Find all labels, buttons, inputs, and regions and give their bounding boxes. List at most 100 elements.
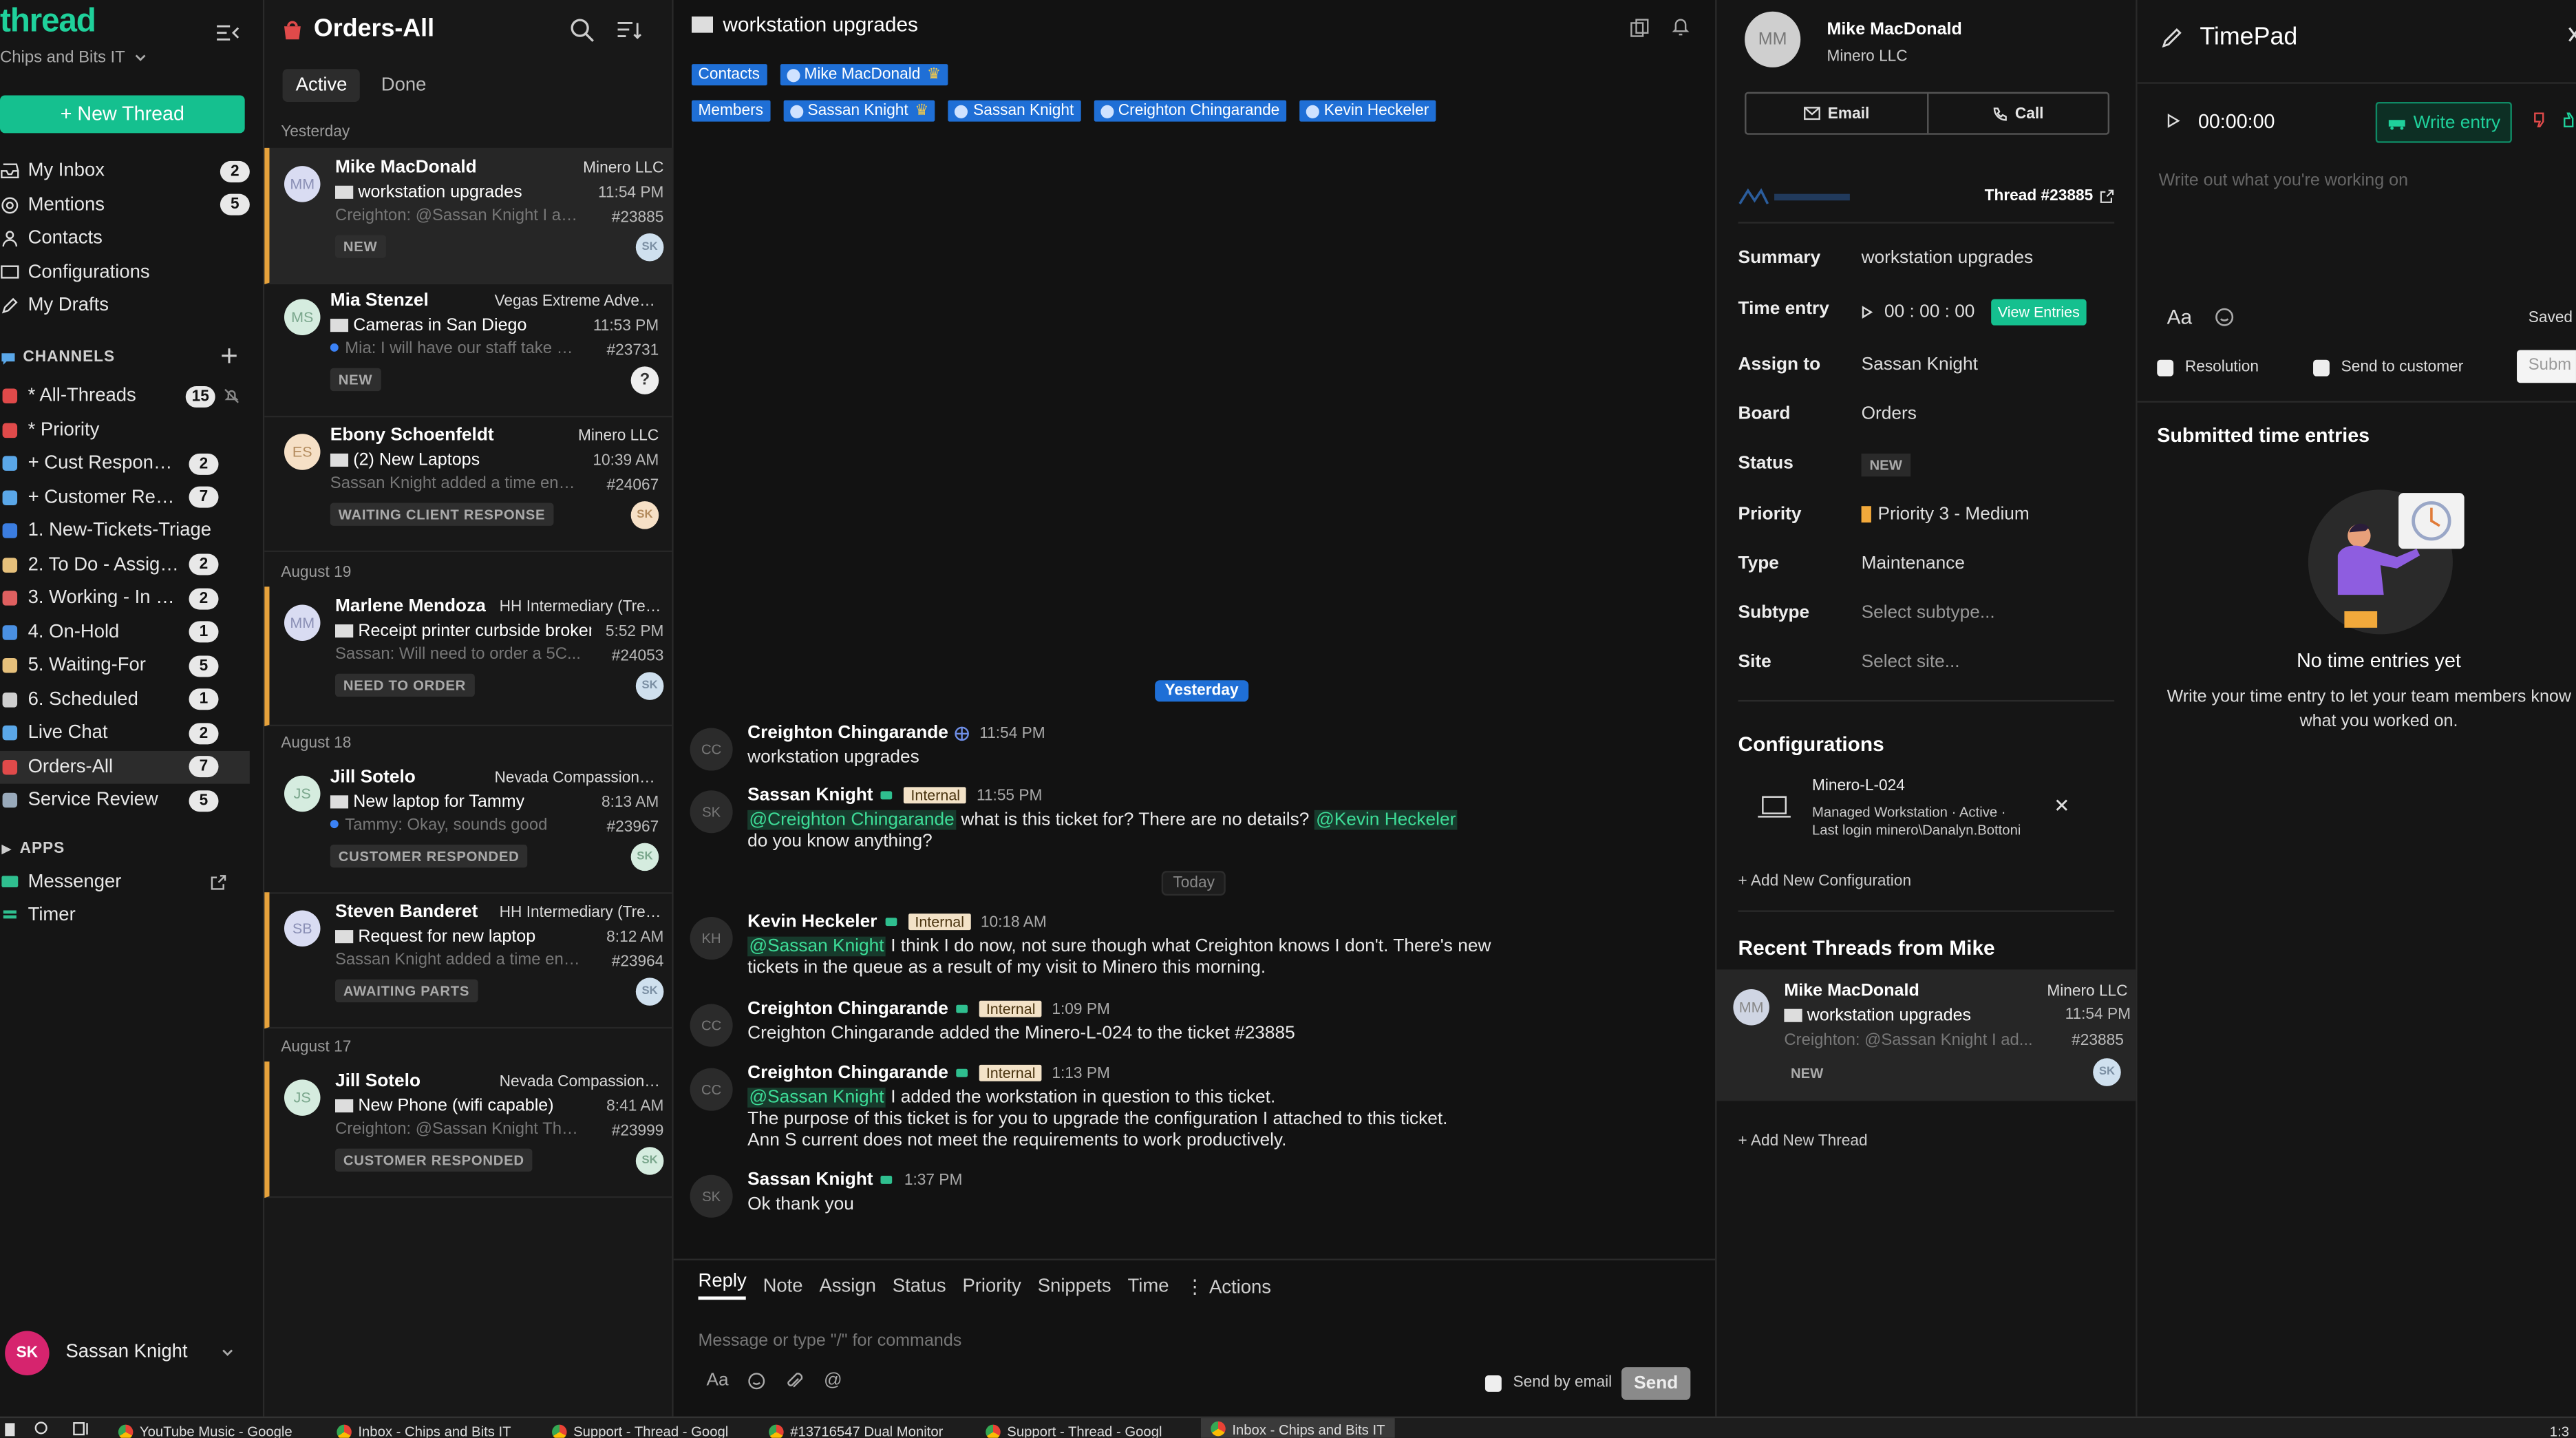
emoji-icon[interactable] (2215, 307, 2235, 327)
write-entry-button[interactable]: Write entry (2375, 102, 2512, 143)
member-chip[interactable]: Creighton Chingarande (1093, 100, 1286, 122)
time-entry-notes-input[interactable]: Write out what you're working on (2159, 171, 2408, 191)
sidebar-item-my-inbox[interactable]: My Inbox 2 (0, 154, 250, 187)
thread-card[interactable]: MS Mia Stenzel Vegas Extreme Adven... Camer… (264, 281, 672, 418)
thumbs-down-icon[interactable] (2532, 112, 2548, 128)
format-text-icon[interactable]: Aa (2167, 306, 2193, 328)
submit-button[interactable]: Subm (2517, 350, 2576, 383)
sort-icon[interactable] (616, 20, 642, 41)
thumbs-up-icon[interactable] (2561, 112, 2575, 128)
search-icon[interactable] (34, 1421, 49, 1436)
channel-item[interactable]: 3. Working - In Progr...2 (0, 582, 250, 615)
close-icon[interactable] (2568, 26, 2576, 43)
author-name[interactable]: Sassan Knight (747, 1170, 873, 1190)
task-view-icon[interactable] (72, 1421, 90, 1436)
call-button[interactable]: Call (1928, 94, 2107, 133)
field-board[interactable]: Board Orders (1738, 404, 2125, 424)
channel-item[interactable]: 4. On-Hold 1 (0, 615, 250, 648)
composer-tab-priority[interactable]: Priority (962, 1276, 1021, 1296)
member-chip[interactable]: Sassan Knight (948, 100, 1081, 122)
resolution-checkbox[interactable]: Resolution (2157, 358, 2259, 377)
author-name[interactable]: Creighton Chingarande (747, 999, 948, 1019)
channel-item[interactable]: 1. New-Tickets-Triage (0, 514, 250, 547)
taskbar-item[interactable]: Inbox - Chips and Bits IT (1200, 1418, 1395, 1438)
mention[interactable]: @Sassan Knight (747, 1088, 886, 1108)
composer-tab-snippets[interactable]: Snippets (1038, 1276, 1111, 1296)
composer-tab-time[interactable]: Time (1127, 1276, 1169, 1296)
field-type[interactable]: Type Maintenance (1738, 553, 2125, 573)
checkbox[interactable] (2313, 359, 2330, 376)
taskbar-item[interactable]: Support - Thread - Googl (986, 1423, 1162, 1438)
format-text-icon[interactable]: Aa (706, 1371, 728, 1391)
mention[interactable]: @Sassan Knight (747, 936, 886, 956)
composer-tab-assign[interactable]: Assign (819, 1276, 875, 1296)
sidebar-item-contacts[interactable]: Contacts (0, 222, 250, 255)
copy-icon[interactable] (1630, 18, 1650, 38)
app-timer[interactable]: Timer (0, 899, 250, 932)
channel-item[interactable]: Orders-All 7 (0, 750, 250, 783)
author-name[interactable]: Creighton Chingarande (747, 723, 948, 743)
add-channel-icon[interactable] (220, 347, 238, 365)
app-logo[interactable]: thread (0, 3, 96, 41)
channel-item[interactable]: + Customer Respon...7 (0, 480, 250, 514)
channel-item[interactable]: Service Review 5 (0, 784, 250, 817)
composer-tab-actions[interactable]: ⋮ Actions (1185, 1274, 1271, 1298)
composer-tab-status[interactable]: Status (893, 1276, 946, 1296)
send-button[interactable]: Send (1621, 1367, 1691, 1400)
taskbar-item[interactable]: Support - Thread - Googl (552, 1423, 728, 1438)
collapse-sidebar-icon[interactable] (215, 23, 240, 43)
thread-card[interactable]: MM Marlene Mendoza HH Intermediary (Tree..… (264, 586, 677, 727)
field-status[interactable]: Status NEW (1738, 453, 2125, 477)
configuration-card[interactable]: Minero-L-024 Managed Workstation · Activ… (1738, 765, 2116, 847)
author-name[interactable]: Sassan Knight (747, 785, 873, 805)
field-priority[interactable]: Priority Priority 3 - Medium (1738, 505, 2125, 525)
tab-done[interactable]: Done (368, 69, 440, 102)
message-input[interactable]: Message or type "/" for commands (699, 1331, 962, 1351)
channel-item[interactable]: 5. Waiting-For 5 (0, 649, 250, 682)
composer-tab-note[interactable]: Note (763, 1276, 803, 1296)
new-thread-button[interactable]: + New Thread (0, 95, 245, 134)
thread-card[interactable]: ES Ebony Schoenfeldt Minero LLC (2) New Lap… (264, 416, 672, 553)
play-icon[interactable] (1862, 306, 1873, 319)
add-configuration-button[interactable]: + Add New Configuration (1738, 873, 1912, 891)
attachment-icon[interactable] (786, 1371, 804, 1389)
sidebar-item-mentions[interactable]: Mentions 5 (0, 188, 250, 221)
member-chip[interactable]: Kevin Heckeler (1299, 100, 1436, 122)
channel-item[interactable]: + Cust Respond (Ke...2 (0, 447, 250, 480)
field-assign-to[interactable]: Assign to Sassan Knight (1738, 355, 2125, 375)
bell-icon[interactable] (1671, 17, 1691, 38)
play-icon[interactable] (2167, 114, 2180, 128)
thread-card[interactable]: SB Steven Banderet HH Intermediary (Tree..… (264, 892, 677, 1029)
taskbar-item[interactable]: YouTube Music - Google (118, 1423, 292, 1438)
member-chip[interactable]: Sassan Knight ♛ (783, 100, 936, 122)
channel-item[interactable]: * All-Threads 15 (0, 379, 250, 412)
user-menu[interactable]: SK Sassan Knight (5, 1331, 251, 1376)
add-thread-button[interactable]: + Add New Thread (1738, 1132, 1868, 1150)
field-subtype[interactable]: Subtype Select subtype... (1738, 603, 2125, 623)
thread-card[interactable]: MM Mike MacDonald Minero LLC workstation up… (264, 147, 677, 284)
channel-item[interactable]: 6. Scheduled 1 (0, 683, 250, 716)
tab-active[interactable]: Active (282, 69, 361, 103)
emoji-icon[interactable] (748, 1371, 766, 1389)
contact-name[interactable]: Mike MacDonald (1827, 20, 1961, 40)
checkbox[interactable] (1484, 1374, 1502, 1391)
email-button[interactable]: Email (1746, 94, 1928, 134)
mention[interactable]: @Creighton Chingarande (747, 810, 957, 830)
sidebar-item-my-drafts[interactable]: My Drafts (0, 289, 250, 322)
author-name[interactable]: Kevin Heckeler (747, 912, 877, 932)
taskbar-item[interactable]: #13716547 Dual Monitor (769, 1423, 943, 1438)
recent-thread-card[interactable]: MM Mike MacDonald Minero LLC workstation… (1716, 969, 2136, 1101)
contact-chip[interactable]: Mike MacDonald ♛ (779, 64, 948, 86)
thread-card[interactable]: JS Jill Sotelo Nevada Compassiona... New la… (264, 757, 672, 894)
thread-card[interactable]: JS Jill Sotelo Nevada Compassiona... New Ph… (264, 1061, 677, 1198)
checkbox[interactable] (2157, 359, 2174, 376)
thread-ref-link[interactable]: Thread #23885 (1985, 187, 2115, 205)
app-messenger[interactable]: Messenger (0, 866, 250, 899)
view-entries-button[interactable]: View Entries (1991, 299, 2087, 326)
channel-item[interactable]: Live Chat 2 (0, 717, 250, 750)
field-site[interactable]: Site Select site... (1738, 653, 2125, 673)
close-icon[interactable] (2055, 799, 2068, 812)
search-icon[interactable] (570, 18, 595, 43)
send-by-email-toggle[interactable]: Send by email (1484, 1374, 1612, 1392)
send-to-customer-checkbox[interactable]: Send to customer (2313, 358, 2463, 377)
